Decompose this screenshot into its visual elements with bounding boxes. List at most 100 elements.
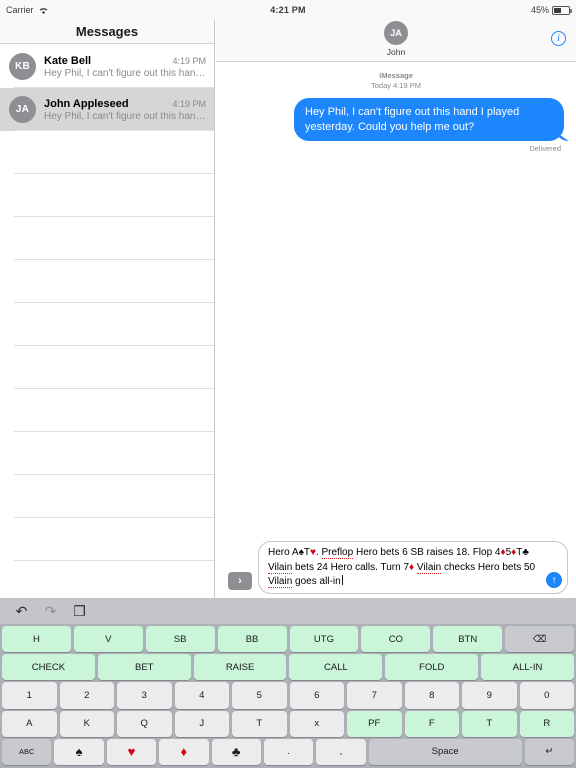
conversation-empty-row — [0, 260, 214, 303]
draft-text[interactable]: Hero A♠T♥. Preflop Hero bets 6 SB raises… — [268, 546, 541, 589]
key-space[interactable]: Space — [368, 738, 522, 766]
message-timestamp: Today 4:19 PM — [370, 81, 422, 91]
arrow-up-icon[interactable]: ↑ — [546, 572, 562, 588]
key-queen[interactable]: Q — [117, 710, 172, 737]
suit-glyph-black: ♣ — [522, 547, 529, 559]
key-7[interactable]: 7 — [347, 682, 402, 709]
key-preflop[interactable]: PF — [347, 710, 402, 737]
key-fold[interactable]: FOLD — [385, 654, 479, 681]
spellcheck-word: Vilain — [268, 561, 293, 574]
message-service-label: iMessage — [228, 71, 564, 81]
key-2[interactable]: 2 — [59, 682, 114, 709]
key-abc[interactable]: ABC — [2, 738, 52, 766]
key-period[interactable]: . — [263, 738, 314, 766]
key-raise[interactable]: RAISE — [193, 654, 287, 681]
conversation-header: JA John i — [216, 20, 576, 62]
draft-text-segment: bets 24 Hero calls. Turn 7 — [292, 561, 410, 573]
undo-icon[interactable]: ↶ — [14, 603, 29, 619]
key-all-in[interactable]: ALL-IN — [481, 654, 574, 681]
conversation-empty-row — [0, 389, 214, 432]
status-bar-right: 45% — [530, 5, 572, 15]
chevron-right-icon[interactable]: › — [228, 572, 252, 590]
key-turn[interactable]: T — [462, 710, 517, 737]
key-heart[interactable]: ♥ — [106, 738, 157, 766]
conversation-row-body: Kate Bell 4:19 PM Hey Phil, I can't figure… — [44, 55, 206, 79]
conversation-preview: Hey Phil, I can't figure out this hand I… — [44, 110, 206, 122]
keyboard-rows: H V SB BB UTG CO BTN ⌫ CHECK BET RAISE CALL FOLD ALL-… — [0, 624, 576, 768]
key-spade[interactable]: ♠ — [54, 738, 104, 766]
key-flop[interactable]: F — [404, 710, 459, 737]
conversation-empty-row — [0, 346, 214, 389]
key-jack[interactable]: J — [174, 710, 229, 737]
status-bar: Carrier 4:21 PM 45% — [0, 0, 576, 20]
spellcheck-word: Preflop — [321, 547, 354, 560]
message-status: Delivered — [529, 144, 561, 154]
conversation-row-top: Kate Bell 4:19 PM — [44, 55, 206, 67]
conversation-empty-row — [0, 217, 214, 260]
key-4[interactable]: 4 — [174, 682, 229, 709]
key-9[interactable]: 9 — [462, 682, 517, 709]
key-club[interactable]: ♣ — [211, 738, 261, 766]
message-input[interactable]: Hero A♠T♥. Preflop Hero bets 6 SB raises… — [258, 541, 568, 594]
draft-text-segment: . — [315, 547, 322, 559]
spellcheck-word: Vilain — [268, 575, 293, 588]
key-1[interactable]: 1 — [2, 682, 57, 709]
battery-icon — [552, 5, 572, 15]
key-0[interactable]: 0 — [519, 682, 574, 709]
action-row: CHECK BET RAISE CALL FOLD ALL-IN — [2, 654, 574, 681]
key-sb[interactable]: SB — [145, 626, 215, 653]
rank-row: A K Q J Tx PF F T R — [2, 710, 574, 737]
conversation-time: 4:19 PM — [172, 98, 206, 109]
key-bet[interactable]: BET — [97, 654, 191, 681]
key-diamond[interactable]: ♦ — [159, 738, 209, 766]
draft-text-segment: Hero A — [268, 547, 299, 559]
compose-bar: › Hero A♠T♥. Preflop Hero bets 6 SB rais… — [216, 541, 576, 598]
paste-icon[interactable]: ❐ — [72, 603, 87, 619]
conversation-row[interactable]: KB Kate Bell 4:19 PM Hey Phil, I can't figu… — [0, 45, 214, 88]
info-icon[interactable]: i — [551, 31, 566, 46]
key-return[interactable]: ↵ — [524, 738, 575, 766]
key-5[interactable]: 5 — [232, 682, 287, 709]
conversation-row-top: John Appleseed 4:19 PM — [44, 98, 206, 110]
key-bb[interactable]: BB — [217, 626, 287, 653]
conversation-name: Kate Bell — [44, 54, 92, 67]
key-check[interactable]: CHECK — [2, 654, 95, 681]
key-co[interactable]: CO — [361, 626, 431, 653]
draft-text-segment: goes all-in — [292, 575, 341, 587]
conversation-row-body: John Appleseed 4:19 PM Hey Phil, I can't f… — [44, 98, 206, 122]
key-ten[interactable]: T — [232, 710, 287, 737]
battery-percent-label: 45% — [530, 5, 549, 15]
conversation-preview: Hey Phil, I can't figure out this hand I… — [44, 67, 206, 79]
key-utg[interactable]: UTG — [289, 626, 359, 653]
key-villain[interactable]: V — [73, 626, 143, 653]
conversation-name: John Appleseed — [44, 97, 129, 110]
conversation-empty-row — [0, 174, 214, 217]
conversation-empty-row — [0, 475, 214, 518]
avatar[interactable]: JA — [384, 21, 408, 45]
key-call[interactable]: CALL — [289, 654, 383, 681]
key-6[interactable]: 6 — [289, 682, 344, 709]
message-bubble-outgoing[interactable]: Hey Phil, I can't figure out this hand I… — [294, 98, 564, 142]
key-3[interactable]: 3 — [117, 682, 172, 709]
draft-text-segment: checks Hero bets 50 — [441, 561, 536, 573]
keyboard-toolbar: ↶ ↷ ❐ — [0, 598, 576, 624]
text-caret — [341, 574, 343, 585]
conversation-empty-row — [0, 432, 214, 475]
key-river[interactable]: R — [519, 710, 574, 737]
key-8[interactable]: 8 — [404, 682, 459, 709]
conversation-empty-row — [0, 303, 214, 346]
redo-icon[interactable]: ↷ — [43, 603, 58, 619]
key-ace[interactable]: A — [2, 710, 57, 737]
suit-row: ABC ♠ ♥ ♦ ♣., Space ↵ — [2, 738, 575, 766]
key-x[interactable]: x — [289, 710, 344, 737]
conversation-row[interactable]: JA John Appleseed 4:19 PM Hey Phil, I can't… — [0, 88, 214, 131]
key-btn[interactable]: BTN — [433, 626, 503, 653]
key-king[interactable]: K — [59, 710, 114, 737]
conversation-empty-row — [0, 131, 214, 174]
status-bar-clock: 4:21 PM — [270, 5, 306, 15]
key-comma[interactable]: , — [316, 738, 366, 766]
avatar: JA — [9, 96, 36, 123]
contact-name: John — [386, 47, 406, 57]
key-hero[interactable]: H — [2, 626, 71, 653]
key-backspace[interactable]: ⌫ — [505, 626, 574, 653]
